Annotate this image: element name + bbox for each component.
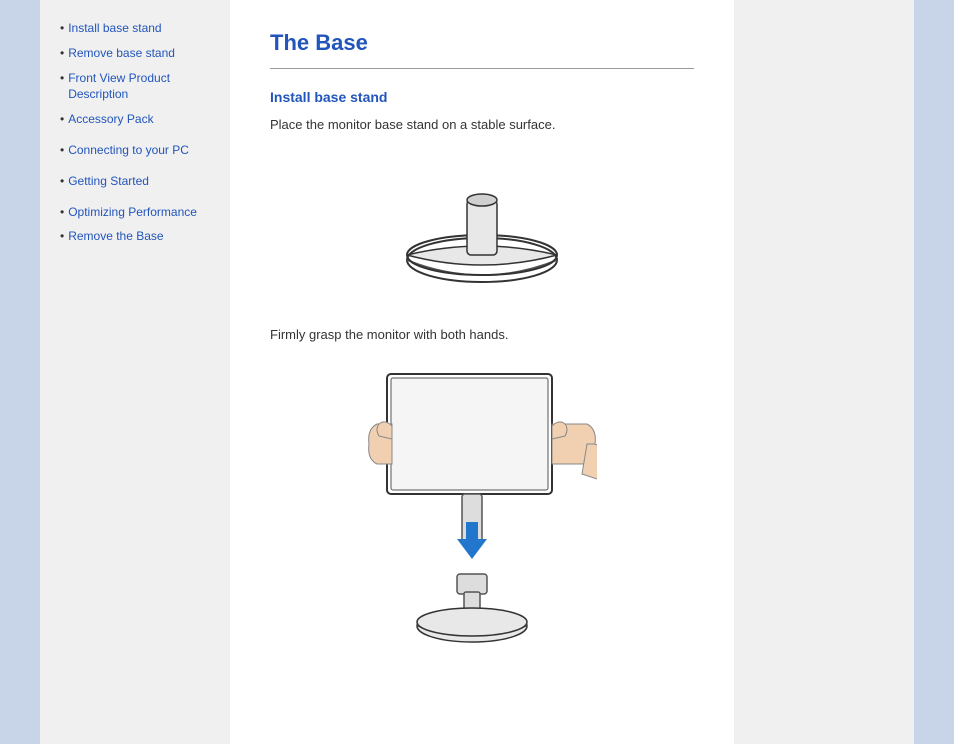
sidebar: Install base stand Remove base stand Fro… bbox=[40, 0, 230, 744]
right-panel bbox=[734, 0, 914, 744]
sidebar-link-getting-started[interactable]: Getting Started bbox=[68, 173, 149, 190]
main-content: The Base Install base stand Place the mo… bbox=[230, 0, 734, 744]
sidebar-link-remove-stand[interactable]: Remove base stand bbox=[68, 45, 175, 62]
section-divider bbox=[270, 68, 694, 69]
sidebar-item-remove-base[interactable]: Remove the Base bbox=[60, 228, 220, 245]
sidebar-link-optimizing[interactable]: Optimizing Performance bbox=[68, 204, 197, 221]
left-accent-bar bbox=[0, 0, 40, 744]
page-title: The Base bbox=[270, 30, 694, 56]
monitor-install-image bbox=[270, 364, 694, 684]
base-stand-image bbox=[270, 155, 694, 295]
sidebar-item-optimizing[interactable]: Optimizing Performance bbox=[60, 204, 220, 221]
base-stand-illustration bbox=[382, 155, 582, 295]
sidebar-link-front-view[interactable]: Front View Product Description bbox=[68, 70, 220, 104]
body-text-grasp: Firmly grasp the monitor with both hands… bbox=[270, 325, 694, 345]
sidebar-item-install[interactable]: Install base stand bbox=[60, 20, 220, 37]
sidebar-item-connecting[interactable]: Connecting to your PC bbox=[60, 142, 220, 159]
sidebar-link-remove-base[interactable]: Remove the Base bbox=[68, 228, 163, 245]
sidebar-item-getting-started[interactable]: Getting Started bbox=[60, 173, 220, 190]
sidebar-nav-group-4: Optimizing Performance Remove the Base bbox=[60, 204, 220, 246]
sidebar-link-connecting[interactable]: Connecting to your PC bbox=[68, 142, 189, 159]
sidebar-nav-group-2: Connecting to your PC bbox=[60, 142, 220, 159]
monitor-install-illustration bbox=[367, 364, 597, 684]
sidebar-item-front-view[interactable]: Front View Product Description bbox=[60, 70, 220, 104]
sidebar-item-remove-stand[interactable]: Remove base stand bbox=[60, 45, 220, 62]
body-text-place: Place the monitor base stand on a stable… bbox=[270, 115, 694, 135]
sidebar-link-install[interactable]: Install base stand bbox=[68, 20, 161, 37]
sidebar-item-accessory[interactable]: Accessory Pack bbox=[60, 111, 220, 128]
sidebar-nav-group-1: Install base stand Remove base stand Fro… bbox=[60, 20, 220, 128]
right-accent-bar bbox=[914, 0, 954, 744]
section-heading-install: Install base stand bbox=[270, 89, 694, 105]
sidebar-link-accessory[interactable]: Accessory Pack bbox=[68, 111, 153, 128]
sidebar-nav-group-3: Getting Started bbox=[60, 173, 220, 190]
